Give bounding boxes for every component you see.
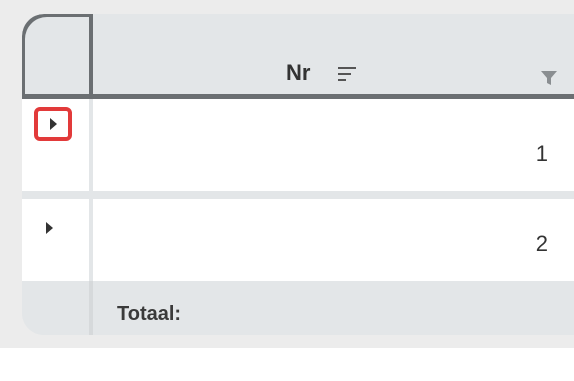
expand-row-button[interactable] — [34, 107, 72, 141]
nr-value: 2 — [535, 231, 548, 256]
data-grid: Nr 1 2 Totaal: — [22, 14, 574, 335]
expand-row-button[interactable] — [34, 211, 72, 245]
nr-value: 1 — [535, 141, 548, 166]
row-expander-cell — [22, 199, 89, 281]
row-expander-cell — [22, 99, 89, 191]
column-header-label: Nr — [286, 60, 311, 85]
caret-right-icon — [46, 222, 53, 234]
header-corner-cell — [22, 14, 89, 94]
grid-footer: Totaal: — [22, 281, 574, 335]
nr-cell[interactable]: 2 — [93, 199, 574, 281]
column-separator[interactable] — [89, 14, 93, 98]
caret-right-icon — [50, 118, 57, 130]
footer-total-label: Totaal: — [117, 303, 182, 325]
row-separator — [22, 191, 574, 199]
sort-lines-icon[interactable] — [338, 67, 356, 81]
table-row: 2 — [22, 199, 574, 281]
filter-funnel-icon[interactable] — [540, 69, 558, 87]
nr-cell[interactable]: 1 — [93, 99, 574, 191]
footer-separator — [89, 281, 93, 335]
grid-header: Nr — [22, 14, 574, 99]
page-bottom-area — [0, 348, 574, 381]
table-row: 1 — [22, 99, 574, 191]
